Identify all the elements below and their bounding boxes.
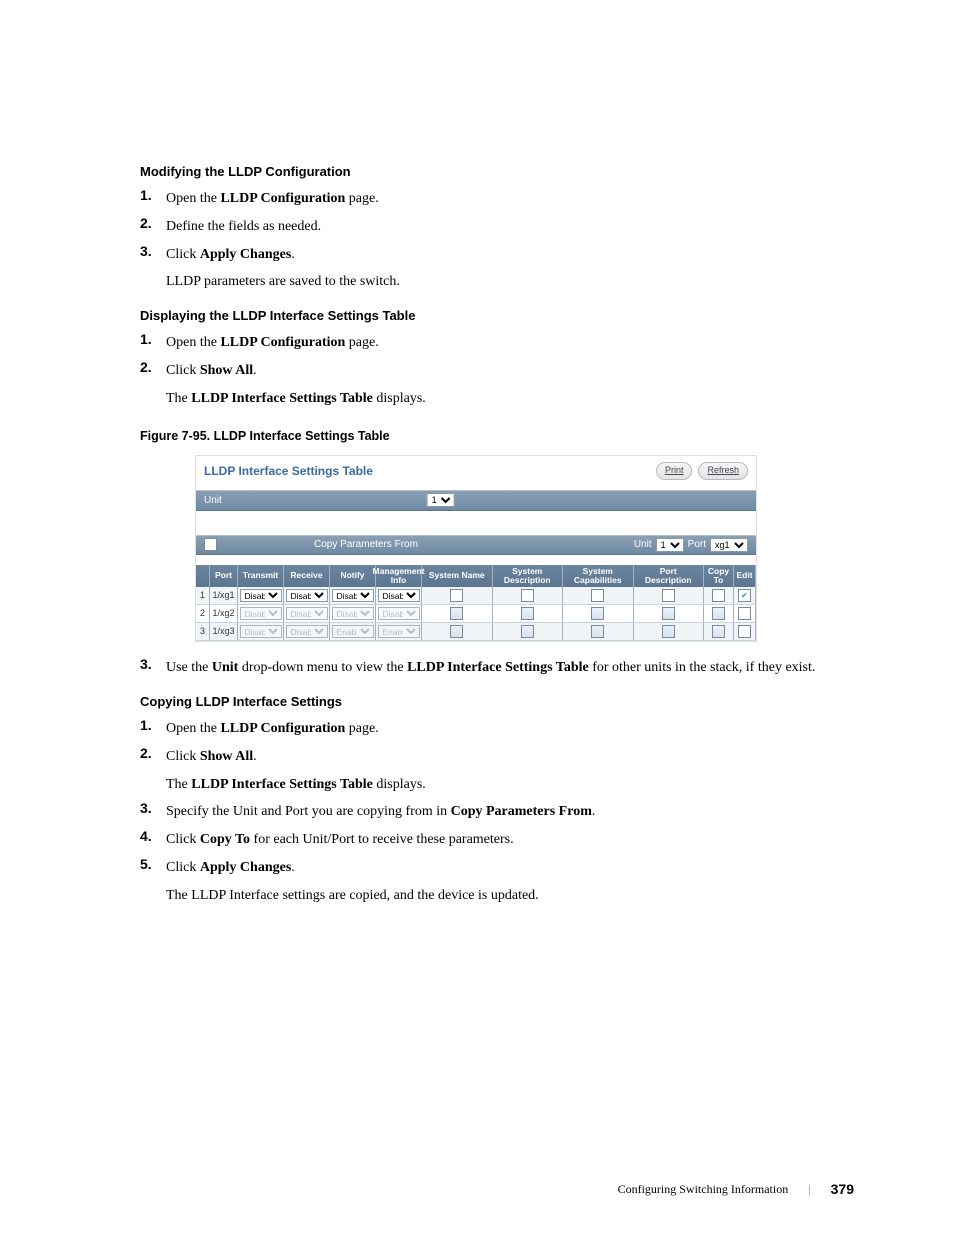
state-select[interactable]: Disable xyxy=(378,589,420,602)
col-port: Port xyxy=(210,565,238,588)
col-syscap: System Capabilities xyxy=(563,565,634,588)
copy-unit-select[interactable]: 1 xyxy=(656,538,684,552)
select-all-checkbox[interactable] xyxy=(204,538,217,551)
step-number: 2. xyxy=(140,215,156,239)
portdesc-checkbox xyxy=(662,625,675,638)
syscap-checkbox xyxy=(591,625,604,638)
sysdesc-checkbox xyxy=(521,625,534,638)
print-button[interactable]: Print xyxy=(656,462,693,480)
copy-port-label: Port xyxy=(688,539,706,550)
col-mgmt: Management Info xyxy=(376,565,422,588)
row-index: 3 xyxy=(196,623,210,640)
list-item: 2.Define the fields as needed. xyxy=(140,215,854,239)
list-item: 1.Open the LLDP Configuration page. xyxy=(140,187,854,211)
steps-list: 1.Open the LLDP Configuration page. 2.Cli… xyxy=(140,331,854,410)
step-number: 3. xyxy=(140,243,156,295)
list-item: 2.Click Show All.The LLDP Interface Sett… xyxy=(140,359,854,411)
state-select[interactable]: Disable xyxy=(332,589,374,602)
panel-title: LLDP Interface Settings Table xyxy=(204,464,373,478)
copyto-checkbox[interactable] xyxy=(712,589,725,602)
col-transmit: Transmit xyxy=(238,565,284,588)
table-row: 21/xg2DisableDisableDisableDisable xyxy=(196,605,756,623)
figure-caption: Figure 7-95. LLDP Interface Settings Tab… xyxy=(140,429,854,443)
col-copyto: Copy To xyxy=(704,565,734,588)
col-sysdesc: System Description xyxy=(493,565,564,588)
row-port: 1/xg3 xyxy=(210,623,238,640)
state-select: Disable xyxy=(240,607,282,620)
lldp-settings-screenshot: LLDP Interface Settings Table Print Refr… xyxy=(195,455,757,643)
page-footer: Configuring Switching Information | 379 xyxy=(618,1181,854,1197)
list-item: 4.Click Copy To for each Unit/Port to re… xyxy=(140,828,854,852)
state-select[interactable]: Disable xyxy=(286,589,328,602)
copyto-checkbox xyxy=(712,607,725,620)
portdesc-checkbox xyxy=(662,607,675,620)
state-select: Disable xyxy=(332,607,374,620)
table-header-row: Port Transmit Receive Notify Management … xyxy=(196,565,756,588)
row-port: 1/xg2 xyxy=(210,605,238,622)
col-receive: Receive xyxy=(284,565,330,588)
edit-checkbox[interactable]: ✔ xyxy=(738,589,751,602)
step-number: 5. xyxy=(140,856,156,908)
state-select: Disable xyxy=(378,607,420,620)
table-row: 11/xg1DisableDisableDisableDisable✔ xyxy=(196,587,756,605)
syscap-checkbox[interactable] xyxy=(591,589,604,602)
state-select: Disable xyxy=(286,607,328,620)
list-item: 1.Open the LLDP Configuration page. xyxy=(140,717,854,741)
sysname-checkbox xyxy=(450,625,463,638)
step-number: 4. xyxy=(140,828,156,852)
state-select: Disable xyxy=(286,625,328,638)
page-number: 379 xyxy=(831,1181,854,1197)
row-index: 1 xyxy=(196,587,210,604)
steps-list: 1.Open the LLDP Configuration page. 2.Cli… xyxy=(140,717,854,908)
refresh-button[interactable]: Refresh xyxy=(698,462,748,480)
step-number: 1. xyxy=(140,717,156,741)
footer-section: Configuring Switching Information xyxy=(618,1182,789,1197)
unit-select[interactable]: 1 xyxy=(427,493,455,507)
steps-list: 1.Open the LLDP Configuration page. 2.Def… xyxy=(140,187,854,294)
step-number: 3. xyxy=(140,656,156,680)
section-heading: Displaying the LLDP Interface Settings T… xyxy=(140,308,854,323)
list-item: 3.Specify the Unit and Port you are copy… xyxy=(140,800,854,824)
state-select[interactable]: Disable xyxy=(240,589,282,602)
list-item: 2.Click Show All.The LLDP Interface Sett… xyxy=(140,745,854,797)
list-item: 5.Click Apply Changes.The LLDP Interface… xyxy=(140,856,854,908)
sysdesc-checkbox[interactable] xyxy=(521,589,534,602)
step-number: 2. xyxy=(140,359,156,411)
state-select: Disable xyxy=(240,625,282,638)
copy-unit-label: Unit xyxy=(634,539,652,550)
col-edit: Edit xyxy=(734,565,756,588)
footer-separator: | xyxy=(808,1182,810,1197)
sysdesc-checkbox xyxy=(521,607,534,620)
step-number: 1. xyxy=(140,187,156,211)
state-select: Enable xyxy=(332,625,374,638)
syscap-checkbox xyxy=(591,607,604,620)
row-index: 2 xyxy=(196,605,210,622)
settings-table: Port Transmit Receive Notify Management … xyxy=(196,565,756,642)
sysname-checkbox xyxy=(450,607,463,620)
state-select: Enable xyxy=(378,625,420,638)
list-item: 3. Use the Unit drop-down menu to view t… xyxy=(140,656,854,680)
col-sysname: System Name xyxy=(422,565,493,588)
step-number: 3. xyxy=(140,800,156,824)
col-notify: Notify xyxy=(330,565,376,588)
copy-params-label: Copy Parameters From xyxy=(244,539,634,550)
unit-label: Unit xyxy=(204,495,222,506)
copy-port-select[interactable]: xg1 xyxy=(710,538,748,552)
edit-checkbox[interactable] xyxy=(738,607,751,620)
edit-checkbox[interactable] xyxy=(738,625,751,638)
portdesc-checkbox[interactable] xyxy=(662,589,675,602)
step-number: 2. xyxy=(140,745,156,797)
row-port: 1/xg1 xyxy=(210,587,238,604)
list-item: 3.Click Apply Changes.LLDP parameters ar… xyxy=(140,243,854,295)
sysname-checkbox[interactable] xyxy=(450,589,463,602)
copyto-checkbox xyxy=(712,625,725,638)
table-row: 31/xg3DisableDisableEnableEnable xyxy=(196,623,756,641)
step-number: 1. xyxy=(140,331,156,355)
col-portdesc: Port Description xyxy=(634,565,705,588)
list-item: 1.Open the LLDP Configuration page. xyxy=(140,331,854,355)
section-heading: Modifying the LLDP Configuration xyxy=(140,164,854,179)
section-heading: Copying LLDP Interface Settings xyxy=(140,694,854,709)
